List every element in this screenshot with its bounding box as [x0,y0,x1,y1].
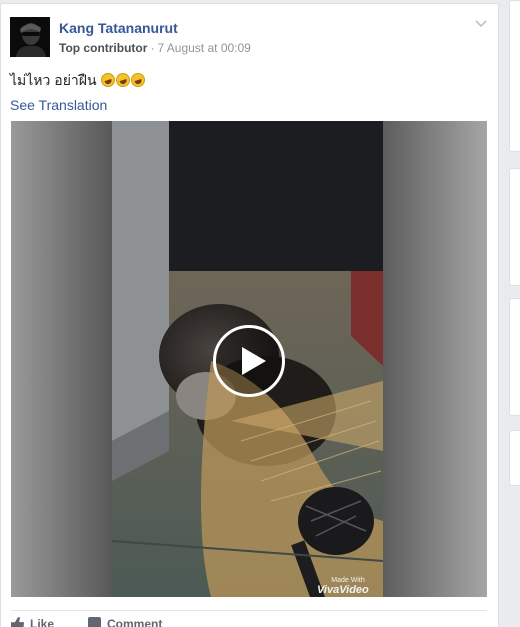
top-contributor-badge[interactable]: Top contributor [59,41,147,55]
post-message: ไม่ไหว อย่าฝืน [10,70,146,92]
comment-label: Comment [107,617,163,627]
laughing-emoji-icon [116,73,131,87]
right-column-card [509,168,520,286]
post-meta: Top contributor · 7 August at 00:09 [59,41,251,55]
play-icon[interactable] [213,325,285,397]
author-name-link[interactable]: Kang Tatananurut [59,20,178,36]
thumbs-up-icon [11,617,24,627]
like-button[interactable]: Like [11,617,54,627]
post-card: Kang Tatananurut Top contributor · 7 Augus… [0,3,499,627]
video-player[interactable]: Made With VivaVideo [11,121,487,597]
laughing-emoji-icon [101,73,116,87]
right-column-card [509,0,520,152]
author-avatar[interactable] [10,17,50,57]
post-options-chevron-icon[interactable] [474,18,488,30]
watermark-made-with: Made With [331,577,365,584]
right-column-card [509,430,520,486]
laughing-emoji-icon [131,73,146,87]
post-message-text: ไม่ไหว อย่าฝืน [10,72,97,88]
comment-button[interactable]: Comment [88,617,162,627]
right-column-card [509,298,520,416]
like-label: Like [30,617,55,627]
video-watermark: Made With VivaVideo [317,577,369,596]
actions-divider [11,610,487,611]
post-timestamp[interactable]: 7 August at 00:09 [157,41,250,55]
avatar-image [10,17,50,57]
comment-icon [88,617,101,627]
watermark-brand: VivaVideo [317,584,369,596]
feed-page: Kang Tatananurut Top contributor · 7 Augus… [0,0,520,627]
see-translation-link[interactable]: See Translation [10,97,107,113]
meta-separator: · [150,41,155,55]
